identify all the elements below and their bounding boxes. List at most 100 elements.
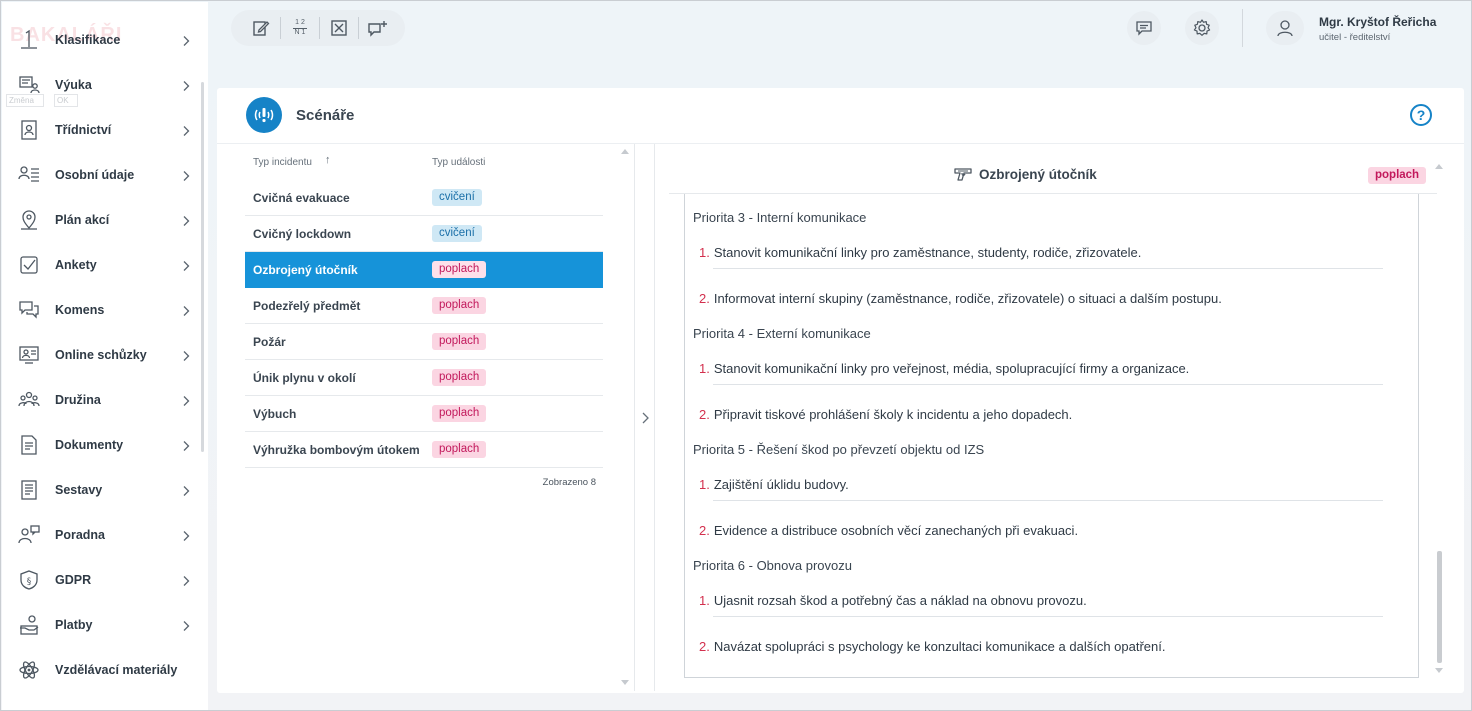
table-row[interactable]: Cvičná evakuace cvičení — [245, 180, 603, 216]
procedure-step: 2. Připravit tiskové prohlášení školy k i… — [699, 407, 1072, 422]
map-pin-icon — [18, 209, 40, 231]
priority-heading: Priorita 6 - Obnova provozu — [693, 558, 852, 573]
table-row[interactable]: Ozbrojený útočník poplach — [245, 252, 603, 288]
sidebar: BAKALÁŘI Změna OK Klasifikace Výuka Třídni… — [2, 2, 208, 710]
sidebar-item-platby[interactable]: Platby — [2, 602, 202, 647]
sidebar-item-sestavy[interactable]: Sestavy — [2, 467, 202, 512]
table-row[interactable]: Únik plynu v okolí poplach — [245, 360, 603, 396]
quick-toolbar: 1 2 N 1 — [231, 10, 405, 46]
incident-name: Výhružka bombovým útokem — [253, 443, 420, 457]
edit-button[interactable] — [243, 15, 279, 41]
sidebar-item-gdpr[interactable]: § GDPR — [2, 557, 202, 602]
chevron-right-icon — [180, 394, 192, 406]
sidebar-item-družina[interactable]: Družina — [2, 377, 202, 422]
step-divider — [713, 384, 1383, 385]
list-scroll-up[interactable] — [621, 149, 629, 154]
step-divider — [713, 268, 1383, 269]
sidebar-item-vzdělávací-materiály[interactable]: Vzdělávací materiály — [2, 647, 202, 692]
sidebar-item-label: Plán akcí — [55, 212, 110, 227]
step-text: Evidence a distribuce osobních věcí zane… — [713, 523, 1079, 538]
page-title: Scénáře — [296, 107, 355, 124]
detail-header: Ozbrojený útočník poplach — [669, 144, 1437, 194]
column-header-event[interactable]: Typ události — [432, 157, 485, 168]
sidebar-item-komens[interactable]: Komens — [2, 287, 202, 332]
fraction-button[interactable]: 1 2 N 1 — [282, 15, 318, 41]
user-role: učitel - ředitelství — [1319, 32, 1391, 43]
gear-icon — [1193, 19, 1211, 36]
person-list-icon — [18, 164, 40, 186]
incident-name: Únik plynu v okolí — [253, 371, 356, 385]
sidebar-item-label: Klasifikace — [55, 32, 121, 47]
sidebar-item-ankety[interactable]: Ankety — [2, 242, 202, 287]
table-row[interactable]: Výhružka bombovým útokem poplach — [245, 432, 603, 468]
step-text: Stanovit komunikační linky pro zaměstnan… — [713, 245, 1142, 260]
event-type-badge: cvičení — [432, 225, 482, 242]
step-number: 2. — [699, 291, 710, 306]
step-text: Navázat spolupráci s psychology ke konzu… — [713, 639, 1166, 654]
sidebar-item-label: Dokumenty — [55, 437, 124, 452]
sidebar-item-label: Poradna — [55, 527, 106, 542]
event-type-badge: poplach — [432, 441, 487, 458]
sidebar-item-label: Platby — [55, 617, 93, 632]
toolbar-divider — [280, 17, 281, 39]
messages-button[interactable] — [1127, 11, 1161, 45]
column-header-incident[interactable]: Typ incidentu — [253, 157, 312, 168]
event-type-badge: poplach — [432, 261, 487, 278]
sidebar-item-label: Výuka — [55, 77, 92, 92]
toolbar-divider — [358, 17, 359, 39]
step-text: Stanovit komunikační linky pro veřejnost… — [713, 361, 1190, 376]
sidebar-scrollbar[interactable] — [201, 82, 204, 452]
panel-splitter[interactable] — [634, 144, 655, 691]
sort-ascending-icon[interactable]: ↑ — [325, 154, 331, 166]
add-comment-button[interactable] — [360, 15, 396, 41]
incident-name: Ozbrojený útočník — [253, 263, 358, 277]
sidebar-item-label: GDPR — [55, 572, 92, 587]
step-number: 1. — [699, 593, 710, 608]
checkbox-icon — [18, 254, 40, 276]
step-divider — [713, 500, 1383, 501]
detail-scrollbar[interactable] — [1437, 551, 1442, 663]
step-text: Zajištění úklidu budovy. — [713, 477, 849, 492]
list-scroll-down[interactable] — [621, 680, 629, 685]
chevron-right-icon — [180, 124, 192, 136]
procedure-step: 1. Zajištění úklidu budovy. — [699, 477, 849, 492]
chevron-right-icon — [180, 349, 192, 361]
edit-icon — [253, 21, 270, 36]
sidebar-item-klasifikace[interactable]: Klasifikace — [2, 17, 202, 62]
table-row[interactable]: Požár poplach — [245, 324, 603, 360]
chevron-right-icon — [180, 169, 192, 181]
avatar[interactable] — [1266, 11, 1304, 45]
help-button[interactable]: ? — [1410, 104, 1432, 126]
chevron-right-icon — [180, 484, 192, 496]
grade-one-icon — [18, 29, 40, 51]
sidebar-item-label: Vzdělávací materiály — [55, 662, 178, 677]
table-row[interactable]: Výbuch poplach — [245, 396, 603, 432]
event-type-badge: cvičení — [432, 189, 482, 206]
class-badge-icon — [18, 119, 40, 141]
atom-icon — [18, 659, 40, 681]
report-list-icon — [18, 479, 40, 501]
sidebar-item-dokumenty[interactable]: Dokumenty — [2, 422, 202, 467]
incident-name: Výbuch — [253, 407, 297, 421]
sidebar-item-online-schůzky[interactable]: Online schůzky — [2, 332, 202, 377]
sidebar-item-výuka[interactable]: Výuka — [2, 62, 202, 107]
list-footer: Zobrazeno 8 — [245, 468, 603, 496]
sidebar-item-poradna[interactable]: Poradna — [2, 512, 202, 557]
svg-text:§: § — [27, 577, 32, 587]
sidebar-item-třídnictví[interactable]: Třídnictví — [2, 107, 202, 152]
settings-button[interactable] — [1185, 11, 1219, 45]
table-row[interactable]: Cvičný lockdown cvičení — [245, 216, 603, 252]
procedure-step: 1. Stanovit komunikační linky pro zaměstn… — [699, 245, 1141, 260]
user-name[interactable]: Mgr. Kryštof Řeřicha — [1319, 15, 1436, 29]
incident-name: Cvičný lockdown — [253, 227, 352, 241]
detail-scroll-down[interactable] — [1435, 668, 1443, 673]
chevron-right-icon — [180, 439, 192, 451]
sidebar-item-plán-akcí[interactable]: Plán akcí — [2, 197, 202, 242]
step-text: Připravit tiskové prohlášení školy k inc… — [713, 407, 1073, 422]
table-row[interactable]: Podezřelý předmět poplach — [245, 288, 603, 324]
detail-scroll-up[interactable] — [1435, 164, 1443, 169]
sidebar-item-osobní-údaje[interactable]: Osobní údaje — [2, 152, 202, 197]
event-type-badge: poplach — [432, 369, 487, 386]
step-number: 1. — [699, 361, 710, 376]
cancel-box-button[interactable] — [321, 15, 357, 41]
